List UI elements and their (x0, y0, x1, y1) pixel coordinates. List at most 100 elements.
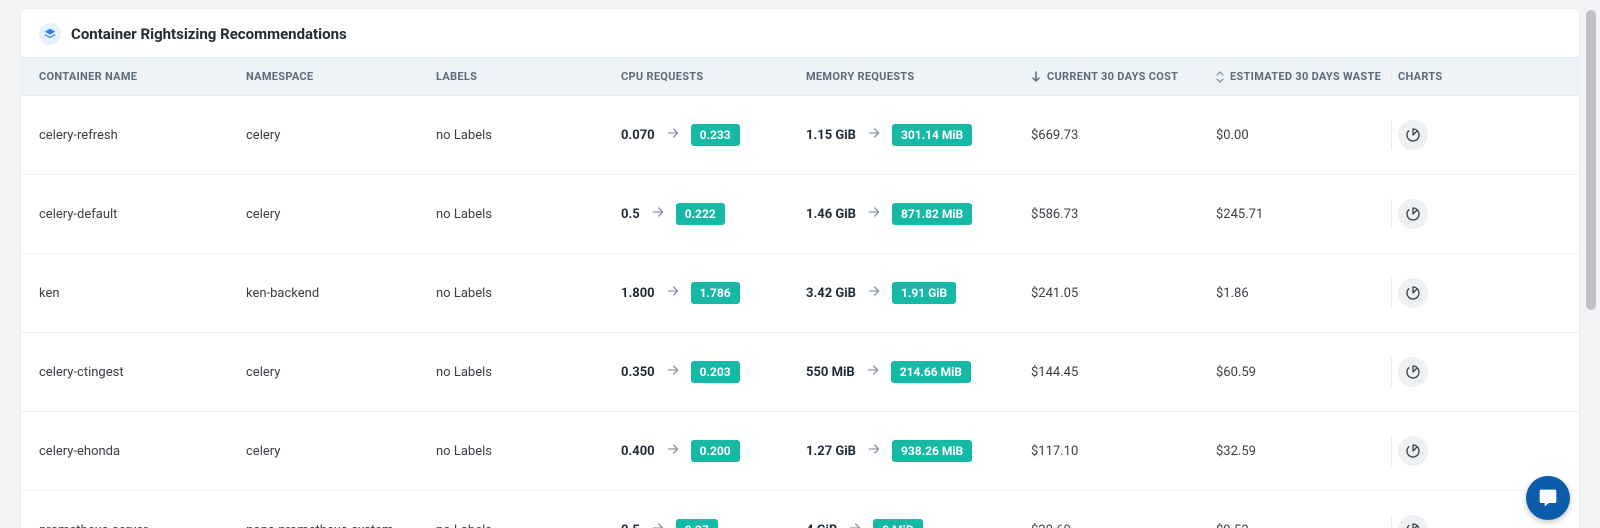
cell-namespace: celery (246, 365, 436, 380)
cell-labels: no Labels (436, 128, 621, 143)
cell-memory-request: 1.46 GiB 871.82 MiB (806, 203, 1031, 225)
cell-labels: no Labels (436, 286, 621, 301)
arrow-right-icon (640, 520, 676, 528)
cell-cost: $669.73 (1031, 128, 1216, 143)
table-row: celery-ehonda celery no Labels 0.400 0.2… (21, 412, 1579, 491)
memory-current: 550 MiB (806, 365, 855, 380)
cell-waste: $60.59 (1216, 365, 1391, 380)
cpu-current: 0.5 (621, 207, 640, 222)
cell-namespace: nops-prometheus-system (246, 523, 436, 528)
arrow-right-icon (855, 362, 891, 382)
cell-labels: no Labels (436, 523, 621, 528)
cell-container-name: prometheus-server (21, 523, 246, 528)
cell-waste: $245.71 (1216, 207, 1391, 222)
cpu-recommended: 0.222 (676, 203, 725, 225)
cell-memory-request: 4 GiB 0 MiB (806, 519, 1031, 528)
memory-recommended: 301.14 MiB (892, 124, 972, 146)
sort-icon (1216, 71, 1224, 83)
memory-recommended: 0 MiB (873, 519, 922, 528)
recommendations-table: CONTAINER NAME NAMESPACE LABELS CPU REQU… (21, 57, 1579, 528)
arrow-right-icon (856, 283, 892, 303)
cell-waste: $9.52 (1216, 523, 1391, 528)
page-scrollbar[interactable] (1584, 8, 1598, 528)
col-header-name[interactable]: CONTAINER NAME (21, 70, 246, 83)
chart-button[interactable] (1398, 357, 1428, 387)
col-header-labels[interactable]: LABELS (436, 70, 621, 83)
arrow-right-icon (655, 125, 691, 145)
cell-cpu-request: 0.5 0.27 (621, 519, 806, 528)
memory-current: 1.27 GiB (806, 444, 856, 459)
arrow-right-icon (640, 204, 676, 224)
table-row: celery-ctingest celery no Labels 0.350 0… (21, 333, 1579, 412)
table-row: ken ken-backend no Labels 1.800 1.786 3.… (21, 254, 1579, 333)
cell-waste: $0.00 (1216, 128, 1391, 143)
cell-labels: no Labels (436, 444, 621, 459)
cpu-recommended: 0.200 (691, 440, 740, 462)
cell-labels: no Labels (436, 365, 621, 380)
cell-memory-request: 1.15 GiB 301.14 MiB (806, 124, 1031, 146)
memory-current: 1.46 GiB (806, 207, 856, 222)
cell-container-name: celery-default (21, 207, 246, 222)
col-header-waste[interactable]: ESTIMATED 30 DAYS WASTE (1216, 70, 1391, 83)
arrow-right-icon (856, 204, 892, 224)
chart-button[interactable] (1398, 278, 1428, 308)
col-header-namespace[interactable]: NAMESPACE (246, 70, 436, 83)
memory-recommended: 214.66 MiB (891, 361, 971, 383)
table-row: celery-default celery no Labels 0.5 0.22… (21, 175, 1579, 254)
cell-namespace: celery (246, 444, 436, 459)
table-row: celery-refresh celery no Labels 0.070 0.… (21, 96, 1579, 175)
chart-button[interactable] (1398, 199, 1428, 229)
table-header: CONTAINER NAME NAMESPACE LABELS CPU REQU… (21, 57, 1579, 96)
cell-cost: $117.10 (1031, 444, 1216, 459)
chart-button[interactable] (1398, 515, 1428, 528)
memory-current: 4 GiB (806, 523, 837, 528)
cpu-current: 0.350 (621, 365, 655, 380)
cell-container-name: celery-ehonda (21, 444, 246, 459)
memory-recommended: 1.91 GiB (892, 282, 956, 304)
cell-cost: $241.05 (1031, 286, 1216, 301)
arrow-right-icon (655, 283, 691, 303)
cell-container-name: celery-ctingest (21, 365, 246, 380)
memory-current: 3.42 GiB (806, 286, 856, 301)
scrollbar-thumb[interactable] (1586, 10, 1596, 310)
cell-memory-request: 550 MiB 214.66 MiB (806, 361, 1031, 383)
cell-namespace: celery (246, 207, 436, 222)
cell-cost: $144.45 (1031, 365, 1216, 380)
cell-container-name: ken (21, 286, 246, 301)
chat-widget-button[interactable] (1526, 476, 1570, 520)
arrow-right-icon (837, 520, 873, 528)
cpu-recommended: 0.27 (676, 519, 718, 528)
stack-icon (39, 23, 61, 45)
arrow-right-icon (655, 362, 691, 382)
col-header-charts: CHARTS (1391, 70, 1579, 83)
memory-current: 1.15 GiB (806, 128, 856, 143)
cell-labels: no Labels (436, 207, 621, 222)
cell-namespace: ken-backend (246, 286, 436, 301)
cell-waste: $32.59 (1216, 444, 1391, 459)
cell-cpu-request: 0.5 0.222 (621, 203, 806, 225)
col-header-cost[interactable]: CURRENT 30 DAYS COST (1031, 70, 1216, 83)
cpu-recommended: 0.203 (691, 361, 740, 383)
card-title: Container Rightsizing Recommendations (71, 25, 347, 43)
cell-memory-request: 3.42 GiB 1.91 GiB (806, 282, 1031, 304)
cpu-current: 1.800 (621, 286, 655, 301)
table-body: celery-refresh celery no Labels 0.070 0.… (21, 96, 1579, 528)
arrow-right-icon (856, 125, 892, 145)
cpu-current: 0.400 (621, 444, 655, 459)
chart-button[interactable] (1398, 120, 1428, 150)
col-header-memory[interactable]: MEMORY REQUESTS (806, 70, 1031, 83)
arrow-down-icon (1031, 71, 1041, 83)
col-header-cpu[interactable]: CPU REQUESTS (621, 70, 806, 83)
table-row: prometheus-server nops-prometheus-system… (21, 491, 1579, 528)
chart-button[interactable] (1398, 436, 1428, 466)
cell-charts (1391, 199, 1579, 229)
cpu-recommended: 1.786 (691, 282, 740, 304)
memory-recommended: 871.82 MiB (892, 203, 972, 225)
cell-namespace: celery (246, 128, 436, 143)
cell-container-name: celery-refresh (21, 128, 246, 143)
memory-recommended: 938.26 MiB (892, 440, 972, 462)
cell-charts (1391, 120, 1579, 150)
cpu-current: 0.070 (621, 128, 655, 143)
cell-charts (1391, 436, 1579, 466)
cpu-recommended: 0.233 (691, 124, 740, 146)
